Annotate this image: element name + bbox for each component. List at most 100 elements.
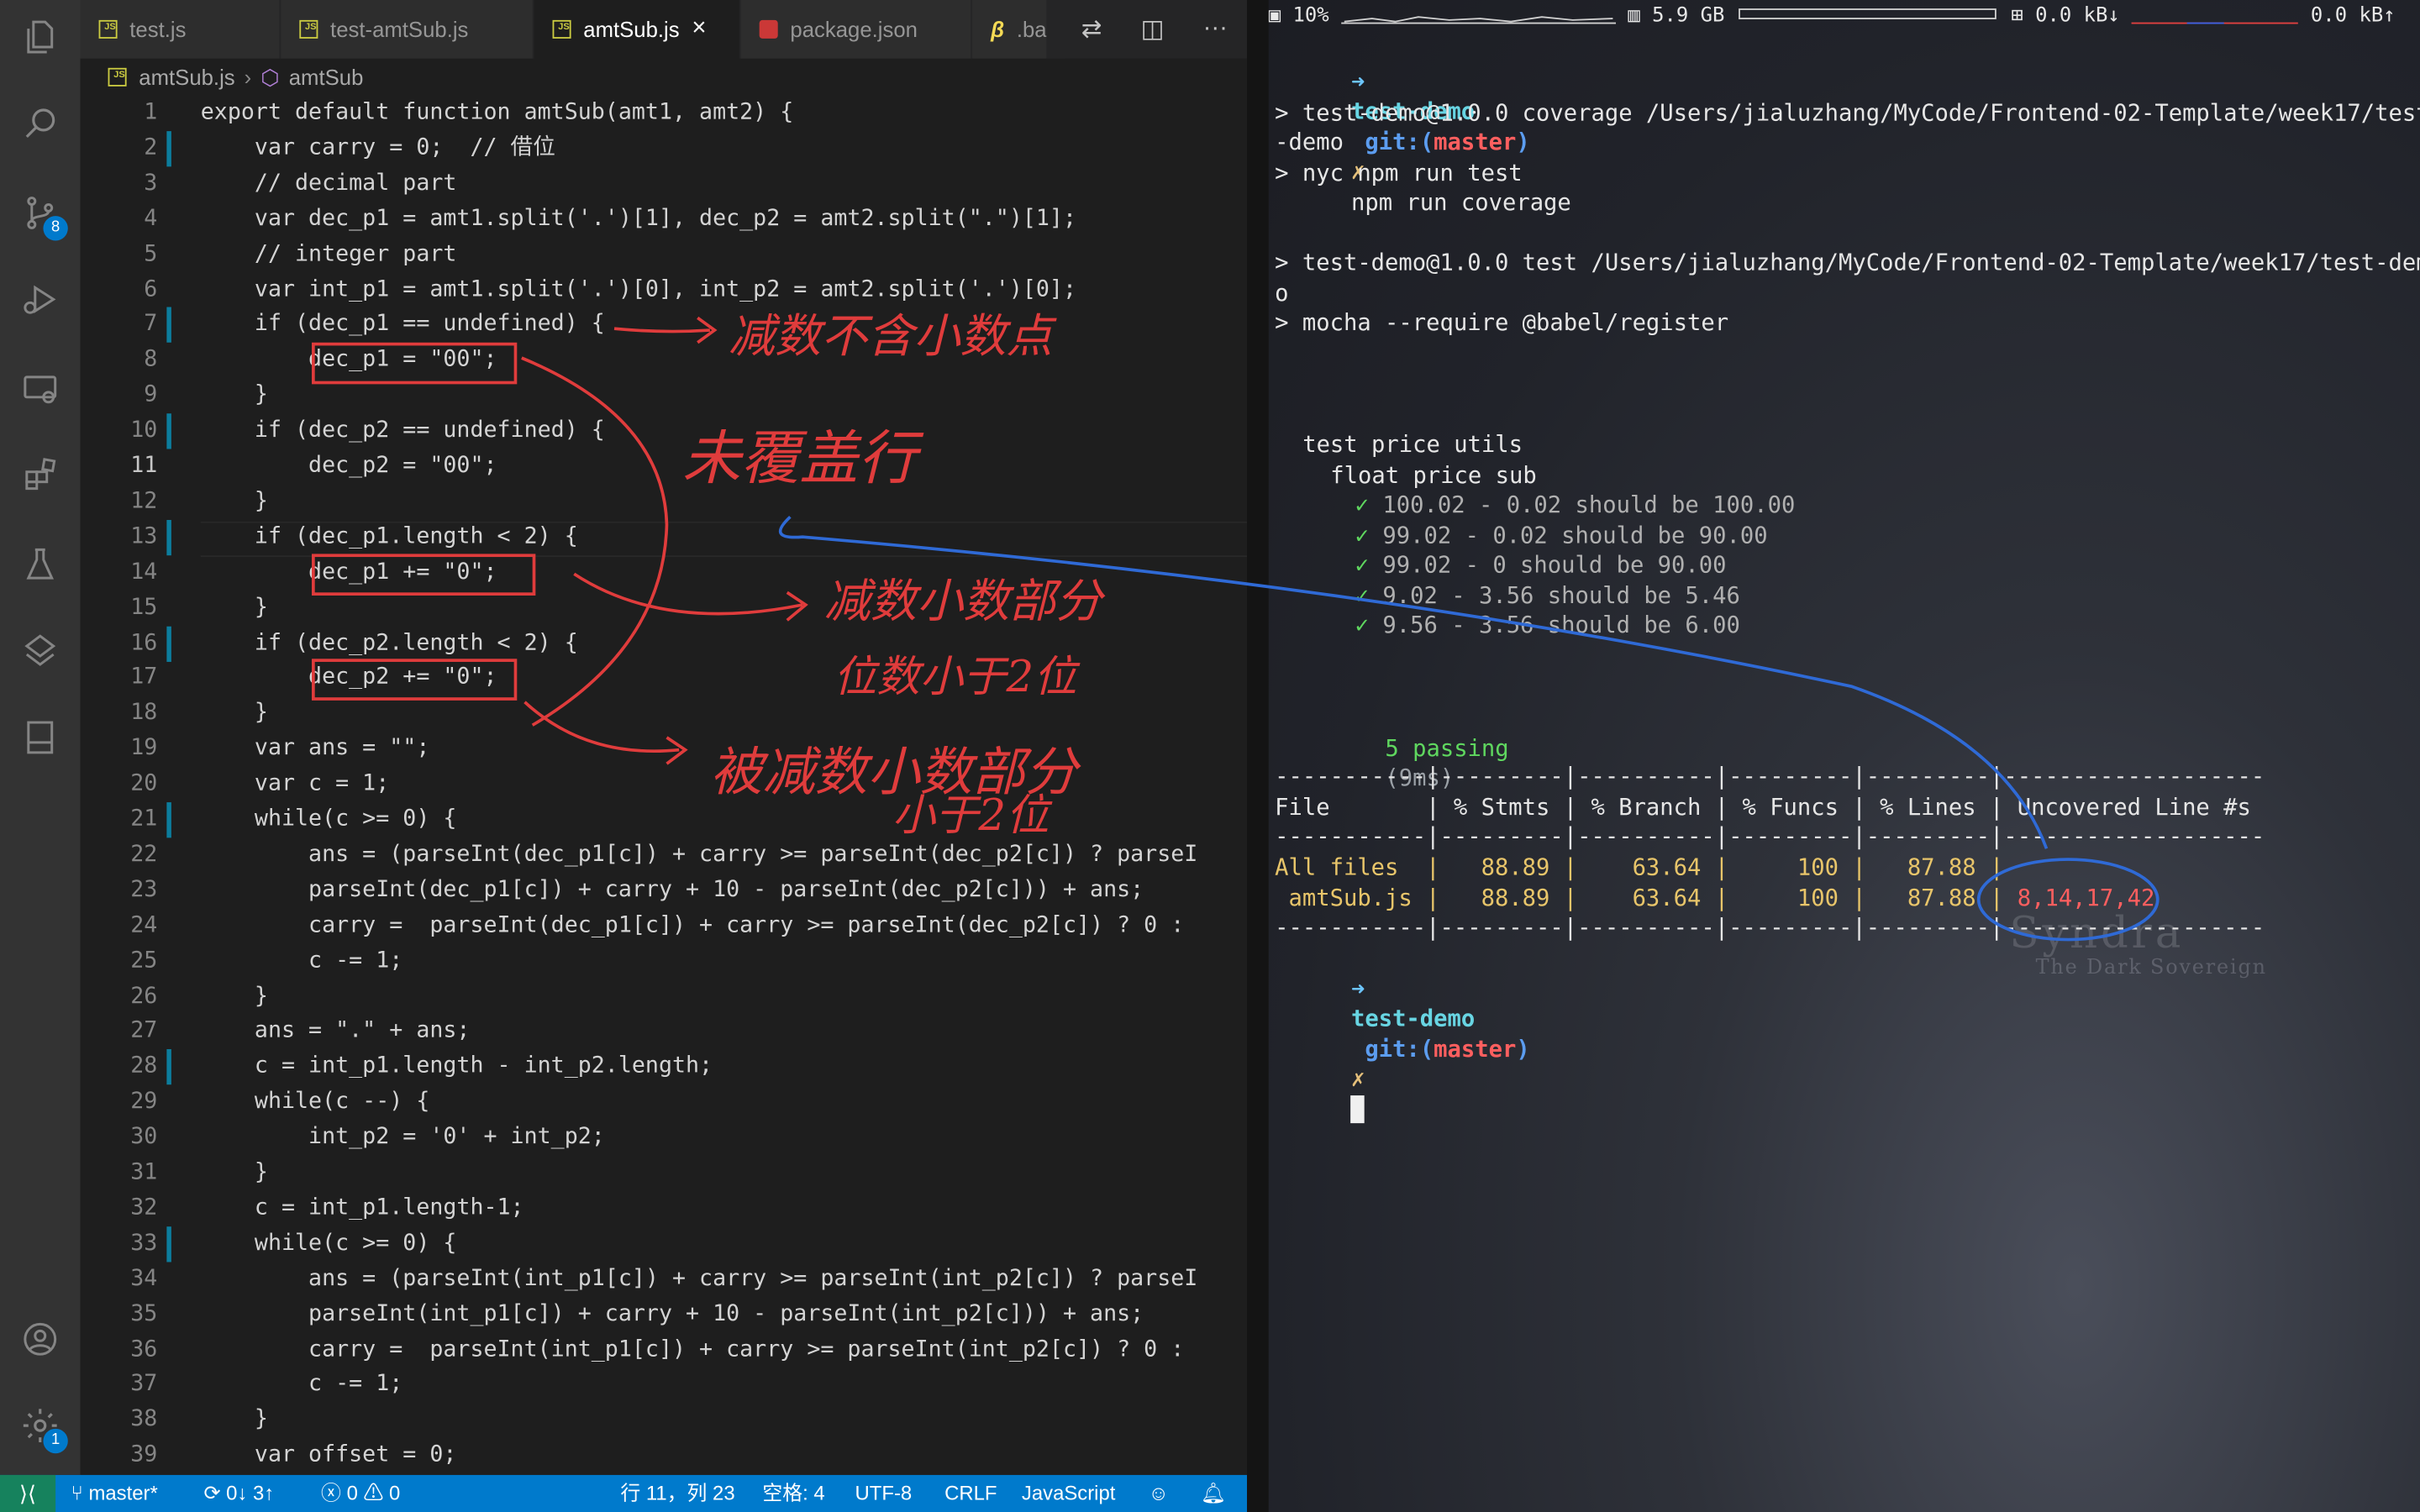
code-text: c = int_p1.length - int_p2.length;	[200, 1054, 713, 1079]
code-line[interactable]: 34 ans = (parseInt(int_p1[c]) + carry >=…	[81, 1262, 1248, 1297]
close-icon[interactable]: ×	[692, 15, 706, 43]
command-text: npm run coverage	[1350, 189, 1571, 216]
code-line[interactable]: 32 c = int_p1.length-1;	[81, 1191, 1248, 1226]
code-line[interactable]: 27 ans = "." + ans;	[81, 1014, 1248, 1049]
code-text: }	[200, 983, 268, 1009]
code-line[interactable]: 36 carry = parseInt(int_p1[c]) + carry >…	[81, 1332, 1248, 1368]
code-line[interactable]: 21 while(c >= 0) {	[81, 802, 1248, 838]
tab-package-json[interactable]: package.json	[740, 0, 973, 59]
code-line[interactable]: 37 c -= 1;	[81, 1368, 1248, 1403]
code-line[interactable]: 18 }	[81, 696, 1248, 732]
memory-usage: 5.9 GB	[1652, 4, 1725, 29]
code-line[interactable]: 2 var carry = 0; // 借位	[81, 130, 1248, 167]
search-icon[interactable]	[18, 102, 61, 144]
code-line[interactable]: 3 // decimal part	[81, 166, 1248, 202]
code-text: c = int_p1.length-1;	[200, 1195, 524, 1221]
sync-status[interactable]: ⟳ 0↓ 3↑	[203, 1475, 274, 1512]
open-changes-icon[interactable]: ⇄	[1081, 14, 1102, 45]
cursor-position[interactable]: 行 11，列 23	[620, 1475, 734, 1512]
feedback-icon[interactable]: ☺	[1149, 1475, 1169, 1512]
indentation[interactable]: 空格: 4	[762, 1475, 824, 1512]
prompt-git-close: )	[1516, 1036, 1530, 1063]
code-line[interactable]: 14 dec_p1 += "0";	[81, 555, 1248, 591]
remote-explorer-icon[interactable]	[18, 367, 61, 410]
line-number: 30	[130, 1125, 158, 1150]
language-mode[interactable]: JavaScript	[1022, 1475, 1115, 1512]
tab-amtsub-js[interactable]: JS amtSub.js ×	[534, 0, 741, 59]
test-title: 9.56 - 3.56 should be 6.00	[1382, 612, 1740, 640]
code-line[interactable]: 1 export default function amtSub(amt1, am…	[81, 96, 1248, 131]
encoding[interactable]: UTF-8	[855, 1475, 913, 1512]
problems-status[interactable]: ⓧ 0 ⚠ 0	[321, 1475, 400, 1512]
prompt-branch: master	[1434, 1036, 1517, 1063]
breadcrumb-symbol[interactable]: amtSub	[289, 65, 364, 89]
prompt-git-close: )	[1516, 129, 1530, 155]
code-line[interactable]: 7 if (dec_p1 == undefined) {	[81, 307, 1248, 344]
code-line[interactable]: 4 var dec_p1 = amt1.split('.')[1], dec_p…	[81, 202, 1248, 237]
code-line[interactable]: 28 c = int_p1.length - int_p2.length;	[81, 1049, 1248, 1085]
code-line[interactable]: 30 int_p2 = '0' + int_p2;	[81, 1121, 1248, 1156]
terminal-window[interactable]: ▣ 10% ▥ 5.9 GB ⊞ 0.0 kB↓ 0.0 kB↑ ➜ test-…	[1268, 0, 2420, 1512]
tab-label: test.js	[129, 17, 187, 42]
code-line[interactable]: 13 if (dec_p1.length < 2) {	[81, 519, 1248, 555]
remote-indicator-icon[interactable]: ⟩⟨	[0, 1474, 56, 1512]
line-number: 6	[144, 276, 158, 302]
code-line[interactable]: 8 dec_p1 = "00";	[81, 343, 1248, 378]
code-line[interactable]: 35 parseInt(int_p1[c]) + carry + 10 - pa…	[81, 1297, 1248, 1332]
tab-test-amtsub-js[interactable]: JS test-amtSub.js	[281, 0, 534, 59]
cpu-usage: 10%	[1292, 4, 1329, 29]
branch-status[interactable]: ⑂ master*	[71, 1475, 157, 1512]
code-line[interactable]: 23 parseInt(dec_p1[c]) + carry + 10 - pa…	[81, 873, 1248, 908]
code-line[interactable]: 5 // integer part	[81, 237, 1248, 272]
code-line[interactable]: 10 if (dec_p2 == undefined) {	[81, 413, 1248, 449]
pane-divider[interactable]	[1247, 0, 1269, 1512]
code-line[interactable]: 22 ans = (parseInt(dec_p1[c]) + carry >=…	[81, 837, 1248, 873]
bookmarks-icon[interactable]	[18, 716, 61, 759]
code-line[interactable]: 20 var c = 1;	[81, 767, 1248, 802]
error-icon: ⓧ	[321, 1481, 347, 1504]
testing-icon[interactable]	[18, 543, 61, 586]
code-line[interactable]: 19 var ans = "";	[81, 732, 1248, 767]
line-number: 13	[130, 524, 158, 549]
code-line[interactable]: 31 }	[81, 1156, 1248, 1191]
code-line[interactable]: 15 }	[81, 591, 1248, 626]
code-text: dec_p2 += "0";	[200, 665, 497, 690]
prompt-dirty: ✗	[1350, 1066, 1365, 1093]
extensions-icon[interactable]	[18, 454, 61, 496]
prompt-line[interactable]: ➜ test-demo git:(master) ✗	[1269, 944, 1530, 1157]
code-line[interactable]: 6 var int_p1 = amt1.split('.')[0], int_p…	[81, 272, 1248, 307]
code-line[interactable]: 26 }	[81, 979, 1248, 1014]
bell-icon[interactable]: 🔔︎	[1201, 1475, 1226, 1512]
account-icon[interactable]	[18, 1318, 61, 1361]
code-line[interactable]: 9 }	[81, 378, 1248, 413]
code-line[interactable]: 12 }	[81, 485, 1248, 520]
code-line[interactable]: 11 dec_p2 = "00";	[81, 449, 1248, 484]
test-title: 99.02 - 0.02 should be 90.00	[1382, 522, 1768, 549]
passing-count: 5 passing	[1385, 735, 1509, 762]
run-debug-icon[interactable]	[18, 278, 61, 321]
code-line[interactable]: 39 var offset = 0;	[81, 1438, 1248, 1473]
source-control-icon[interactable]: 8	[18, 192, 68, 241]
settings-gear-icon[interactable]: 1	[18, 1404, 68, 1454]
explorer-icon[interactable]	[18, 15, 61, 58]
more-actions-icon[interactable]: ···	[1203, 15, 1228, 43]
code-line[interactable]: 17 dec_p2 += "0";	[81, 661, 1248, 696]
code-line[interactable]: 29 while(c --) {	[81, 1085, 1248, 1121]
end-of-line[interactable]: CRLF	[944, 1475, 997, 1512]
code-line[interactable]: 16 if (dec_p2.length < 2) {	[81, 625, 1248, 662]
line-number: 35	[130, 1301, 158, 1326]
modified-line-marker	[166, 802, 171, 838]
tab-test-js[interactable]: JS test.js	[80, 0, 281, 59]
code-line[interactable]: 38 }	[81, 1403, 1248, 1438]
breadcrumb-file[interactable]: amtSub.js	[139, 65, 234, 89]
code-editor[interactable]: 1 export default function amtSub(amt1, am…	[81, 96, 1248, 1475]
code-line[interactable]: 24 carry = parseInt(dec_p1[c]) + carry >…	[81, 908, 1248, 943]
test-result: ✓ 99.02 - 0 should be 90.00	[1355, 551, 1727, 581]
watermark-subtitle: The Dark Sovereign	[2035, 956, 2267, 980]
code-line[interactable]: 33 while(c >= 0) {	[81, 1226, 1248, 1263]
coverage-row-all: All files | 88.89 | 63.64 | 100 | 87.88 …	[1275, 853, 2003, 884]
split-editor-icon[interactable]: ◫	[1141, 14, 1165, 45]
timeline-icon[interactable]	[18, 629, 61, 672]
test-title: 100.02 - 0.02 should be 100.00	[1382, 491, 1796, 519]
code-line[interactable]: 25 c -= 1;	[81, 943, 1248, 979]
